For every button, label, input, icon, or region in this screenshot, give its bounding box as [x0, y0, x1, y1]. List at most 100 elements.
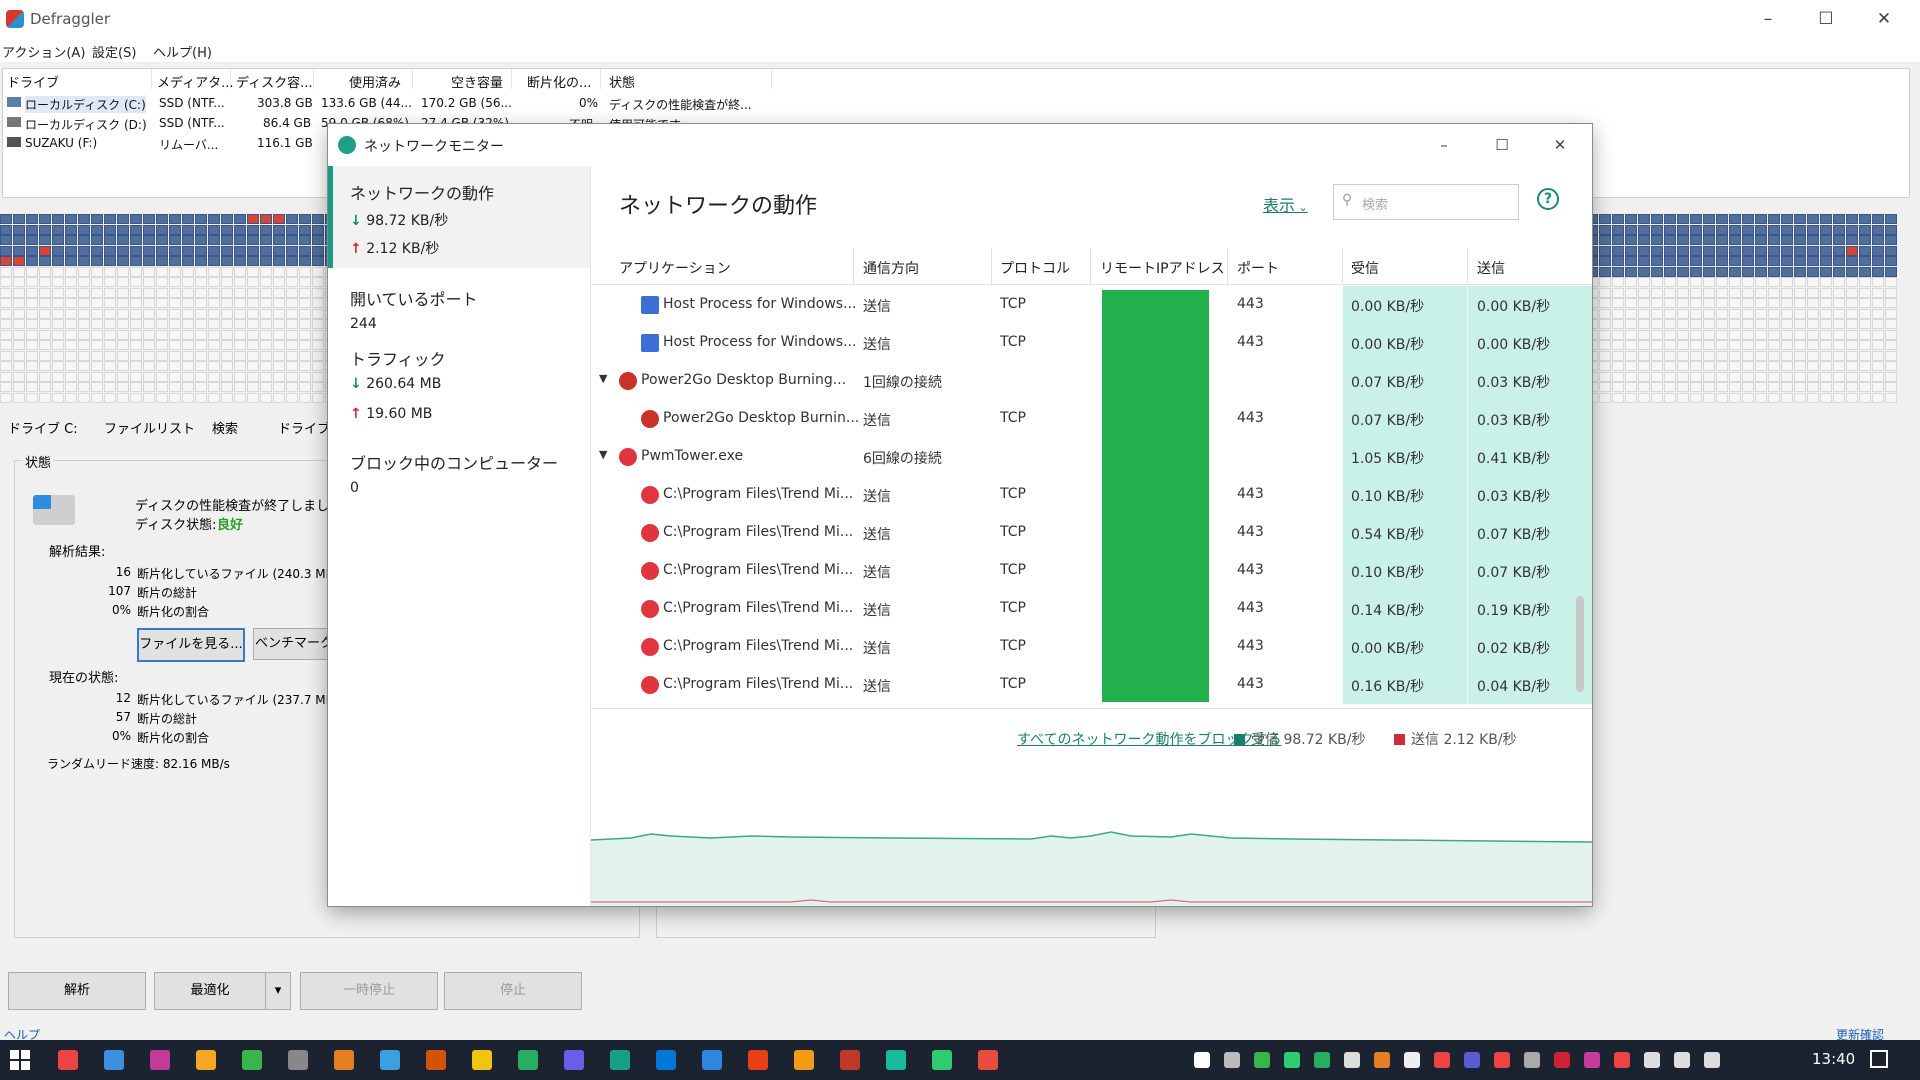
tray-16-icon[interactable]	[1644, 1052, 1660, 1068]
table-row[interactable]: C:\Program Files\Trend Mi... 送信 TCP 443 0.10…	[591, 476, 1592, 514]
clock[interactable]: 13:40	[1812, 1050, 1855, 1068]
tray-2-icon[interactable]	[1224, 1052, 1240, 1068]
taskbar-app-12-icon[interactable]	[564, 1050, 584, 1070]
col-remote-ip[interactable]: リモートIPアドレス	[1100, 258, 1225, 278]
view-files-button[interactable]: ファイルを見る...	[137, 628, 245, 662]
col-sent[interactable]: 送信	[1477, 258, 1505, 278]
taskbar-app-18-icon[interactable]	[840, 1050, 860, 1070]
taskbar-app-6-icon[interactable]	[288, 1050, 308, 1070]
tray-15-icon[interactable]	[1614, 1052, 1630, 1068]
minimize-button[interactable]: –	[1740, 0, 1796, 38]
col-used[interactable]: 使用済み	[349, 72, 401, 91]
table-row[interactable]: Host Process for Windows... 送信 TCP 443 0.00 …	[591, 286, 1592, 324]
tray-5-icon[interactable]	[1314, 1052, 1330, 1068]
tab-file-list[interactable]: ファイルリスト	[104, 418, 195, 437]
table-row[interactable]: Power2Go Desktop Burnin... 送信 TCP 443 0.07 K…	[591, 400, 1592, 438]
menu-settings[interactable]: 設定(S)	[92, 42, 136, 61]
menu-action[interactable]: アクション(A)	[2, 42, 85, 61]
col-protocol[interactable]: プロトコル	[1000, 258, 1070, 278]
help-icon[interactable]: ?	[1537, 188, 1559, 210]
tab-drive-map[interactable]: ドライブ	[278, 418, 330, 437]
tray-14-icon[interactable]	[1584, 1052, 1600, 1068]
stop-button[interactable]: 停止	[444, 972, 582, 1010]
tray-18-icon[interactable]	[1704, 1052, 1720, 1068]
tray-13-icon[interactable]	[1554, 1052, 1570, 1068]
taskbar-app-10-icon[interactable]	[472, 1050, 492, 1070]
taskbar-app-16-icon[interactable]	[748, 1050, 768, 1070]
table-row[interactable]: C:\Program Files\Trend Mi... 送信 TCP 443 0.10…	[591, 552, 1592, 590]
taskbar-app-8-icon[interactable]	[380, 1050, 400, 1070]
table-row[interactable]: C:\Program Files\Trend Mi... 送信 TCP 443 0.16…	[591, 666, 1592, 704]
taskbar-app-14-icon[interactable]	[656, 1050, 676, 1070]
col-free[interactable]: 空き容量	[451, 72, 503, 91]
taskbar-app-20-icon[interactable]	[932, 1050, 952, 1070]
taskbar-app-4-icon[interactable]	[196, 1050, 216, 1070]
expand-chevron-icon[interactable]: ▼	[599, 372, 607, 385]
taskbar-app-5-icon[interactable]	[242, 1050, 262, 1070]
tray-3-icon[interactable]	[1254, 1052, 1270, 1068]
table-row[interactable]: C:\Program Files\Trend Mi... 送信 TCP 443 0.14…	[591, 590, 1592, 628]
tray-10-icon[interactable]	[1464, 1052, 1480, 1068]
col-status[interactable]: 状態	[609, 72, 635, 91]
analyze-button[interactable]: 解析	[8, 972, 146, 1010]
taskbar-app-2-icon[interactable]	[104, 1050, 124, 1070]
maximize-button[interactable]: ☐	[1798, 0, 1854, 38]
taskbar-app-1-icon[interactable]	[58, 1050, 78, 1070]
taskbar-app-9-icon[interactable]	[426, 1050, 446, 1070]
optimize-button[interactable]: 最適化	[154, 972, 265, 1010]
tray-4-icon[interactable]	[1284, 1052, 1300, 1068]
col-media[interactable]: メディアタ...	[157, 72, 234, 91]
direction: 1回線の接続	[863, 375, 942, 391]
netmon-maximize-button[interactable]: ☐	[1474, 126, 1530, 164]
taskbar-app-17-icon[interactable]	[794, 1050, 814, 1070]
taskbar-app-19-icon[interactable]	[886, 1050, 906, 1070]
taskbar-app-13-icon[interactable]	[610, 1050, 630, 1070]
netmon-minimize-button[interactable]: –	[1416, 126, 1472, 164]
app-name: C:\Program Files\Trend Mi...	[663, 524, 854, 540]
optimize-dropdown-icon[interactable]: ▾	[265, 972, 291, 1010]
taskbar-app-7-icon[interactable]	[334, 1050, 354, 1070]
tray-17-icon[interactable]	[1674, 1052, 1690, 1068]
search-input[interactable]: ⚲ 検索	[1333, 184, 1519, 220]
tray-11-icon[interactable]	[1494, 1052, 1510, 1068]
defraggler-logo-icon	[6, 10, 24, 28]
drive-row[interactable]: ローカルディスク (C:) SSD (NTF... 303.8 GB 133.6…	[3, 93, 1909, 113]
received-rate: 0.07 KB/秒	[1351, 413, 1425, 429]
menu-help[interactable]: ヘルプ(H)	[153, 42, 212, 61]
table-row[interactable]: C:\Program Files\Trend Mi... 送信 TCP 443 0.54…	[591, 514, 1592, 552]
app-name: C:\Program Files\Trend Mi...	[663, 562, 854, 578]
tray-6-icon[interactable]	[1344, 1052, 1360, 1068]
table-row[interactable]: Host Process for Windows... 送信 TCP 443 0.00 …	[591, 324, 1592, 362]
close-button[interactable]: ✕	[1856, 0, 1912, 38]
pause-button[interactable]: 一時停止	[300, 972, 438, 1010]
tray-12-icon[interactable]	[1524, 1052, 1540, 1068]
netmon-close-button[interactable]: ✕	[1532, 126, 1588, 164]
start-button[interactable]	[10, 1050, 30, 1070]
expand-chevron-icon[interactable]: ▼	[599, 448, 607, 461]
taskbar-app-21-icon[interactable]	[978, 1050, 998, 1070]
tab-drive-c[interactable]: ドライブ C:	[8, 418, 78, 437]
tray-9-icon[interactable]	[1434, 1052, 1450, 1068]
col-direction[interactable]: 通信方向	[863, 258, 919, 278]
table-row[interactable]: C:\Program Files\Trend Mi... 送信 TCP 443 0.00…	[591, 628, 1592, 666]
col-port[interactable]: ポート	[1237, 258, 1279, 278]
taskbar-app-15-icon[interactable]	[702, 1050, 722, 1070]
col-frag[interactable]: 断片化の...	[527, 72, 591, 91]
col-capacity[interactable]: ディスク容...	[236, 72, 313, 91]
benchmark-button[interactable]: ベンチマーク	[253, 628, 335, 660]
port: 443	[1237, 296, 1264, 312]
table-scrollbar[interactable]	[1576, 596, 1584, 692]
col-application[interactable]: アプリケーション	[619, 258, 731, 278]
taskbar-app-3-icon[interactable]	[150, 1050, 170, 1070]
table-row[interactable]: ▼ PwmTower.exe 6回線の接続 1.05 KB/秒 0.41 KB/秒	[591, 438, 1592, 476]
tab-search[interactable]: 検索	[212, 418, 238, 437]
taskbar-app-11-icon[interactable]	[518, 1050, 538, 1070]
tray-8-icon[interactable]	[1404, 1052, 1420, 1068]
col-drive[interactable]: ドライブ	[7, 72, 59, 91]
view-menu[interactable]: 表示 ⌄	[1263, 192, 1308, 216]
tray-1-icon[interactable]	[1194, 1052, 1210, 1068]
tray-7-icon[interactable]	[1374, 1052, 1390, 1068]
notification-icon[interactable]	[1870, 1050, 1888, 1068]
table-row[interactable]: ▼ Power2Go Desktop Burning... 1回線の接続 0.07 K…	[591, 362, 1592, 400]
col-received[interactable]: 受信	[1351, 258, 1379, 278]
